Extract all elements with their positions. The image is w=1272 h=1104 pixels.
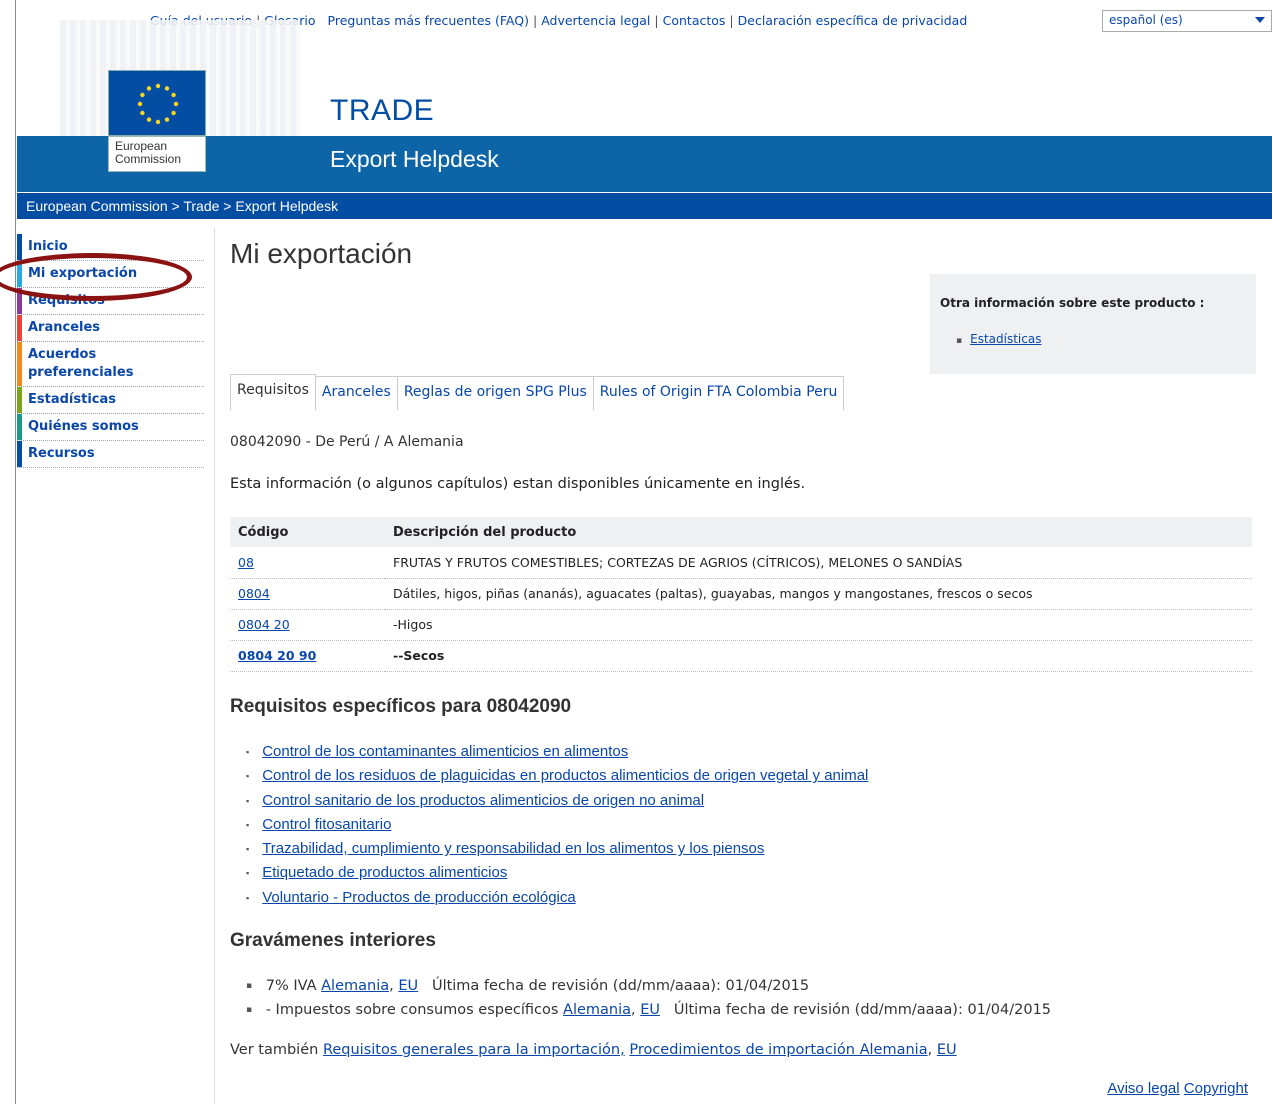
specific-requirements-title: Requisitos específicos para 08042090 [230, 696, 572, 717]
commission-logo-text: European Commission [108, 136, 206, 172]
product-code-table: Código Descripción del producto 08 FRUTA… [230, 517, 1252, 672]
product-description: --Secos [385, 640, 1252, 672]
col-header-code: Código [230, 517, 385, 547]
tax-eu-link[interactable]: EU [640, 1002, 660, 1018]
eu-stars-icon [137, 83, 179, 125]
statistics-link[interactable]: Estadísticas [970, 332, 1041, 346]
requirement-link[interactable]: Etiquetado de productos alimenticios [262, 864, 507, 881]
table-row: 08 FRUTAS Y FRUTOS COMESTIBLES; CORTEZAS… [230, 547, 1252, 579]
revision-date: Última fecha de revisión (dd/mm/aaaa): 0… [673, 1002, 1052, 1018]
list-item: Voluntario - Productos de producción eco… [246, 886, 868, 910]
list-item: Control de los contaminantes alimenticio… [246, 740, 868, 764]
link-contacts[interactable]: Contactos [663, 13, 726, 28]
link-faq[interactable]: Preguntas más frecuentes (FAQ) [328, 13, 529, 28]
table-row: 0804 Dátiles, higos, piñas (ananás), agu… [230, 578, 1252, 610]
sidebar-item-quienes-somos[interactable]: Quiénes somos [17, 414, 204, 441]
copyright-link[interactable]: Copyright [1184, 1080, 1248, 1097]
tab-requisitos[interactable]: Requisitos [230, 374, 316, 410]
code-link[interactable]: 0804 20 90 [238, 648, 316, 663]
breadcrumb-trade[interactable]: Trade [183, 198, 219, 214]
table-row: 0804 20 90 --Secos [230, 640, 1252, 672]
legal-notice-link[interactable]: Aviso legal [1107, 1080, 1179, 1097]
requirement-link[interactable]: Control de los residuos de plaguicidas e… [262, 767, 868, 784]
list-item: - Impuestos sobre consumos específicos A… [246, 998, 1051, 1022]
sidebar-item-recursos[interactable]: Recursos [17, 441, 204, 468]
site-subtitle[interactable]: Export Helpdesk [330, 146, 499, 173]
eu-flag-logo[interactable] [108, 70, 206, 136]
highlight-annotation-oval [0, 253, 192, 301]
list-item: 7% IVA Alemania, EU Última fecha de revi… [246, 974, 1051, 998]
sidebar-item-acuerdos-preferenciales[interactable]: Acuerdos preferenciales [17, 342, 204, 387]
breadcrumb-commission[interactable]: European Commission [26, 198, 168, 214]
list-item: Control de los residuos de plaguicidas e… [246, 764, 868, 788]
breadcrumb: European Commission > Trade > Export Hel… [17, 193, 1272, 219]
product-description: Dátiles, higos, piñas (ananás), aguacate… [385, 578, 1252, 610]
sidebar-divider [214, 228, 215, 1104]
language-value: español (es) [1109, 13, 1183, 27]
requirement-link[interactable]: Control fitosanitario [262, 816, 391, 833]
general-import-requirements-link[interactable]: Requisitos generales para la importación… [323, 1042, 625, 1058]
chevron-down-icon [1255, 17, 1265, 23]
link-privacy[interactable]: Declaración específica de privacidad [738, 13, 968, 28]
code-link[interactable]: 0804 [238, 586, 270, 601]
product-description: -Higos [385, 609, 1252, 641]
footer-links: Aviso legal Copyright [1107, 1080, 1248, 1097]
sidebar-item-estadisticas[interactable]: Estadísticas [17, 387, 204, 414]
revision-date: Última fecha de revisión (dd/mm/aaaa): 0… [431, 978, 810, 994]
tax-country-link[interactable]: Alemania [321, 978, 389, 994]
eu-link[interactable]: EU [937, 1042, 957, 1058]
code-link[interactable]: 08 [238, 555, 254, 570]
tab-rules-origin-fta[interactable]: Rules of Origin FTA Colombia Peru [593, 376, 845, 410]
origin-destination-line: 08042090 - De Perú / A Alemania [230, 434, 464, 450]
breadcrumb-export-helpdesk[interactable]: Export Helpdesk [235, 198, 338, 214]
requirement-link[interactable]: Voluntario - Productos de producción eco… [262, 889, 576, 906]
sidebar-item-color-bar [17, 234, 22, 260]
english-only-note: Esta información (o algunos capítulos) e… [230, 476, 806, 492]
tax-eu-link[interactable]: EU [398, 978, 418, 994]
list-item: Etiquetado de productos alimenticios [246, 861, 868, 885]
requirements-list: Control de los contaminantes alimenticio… [246, 740, 868, 910]
page-title: Mi exportación [230, 238, 413, 269]
language-select[interactable]: español (es) [1102, 10, 1272, 32]
link-legal-notice[interactable]: Advertencia legal [541, 13, 650, 28]
see-also: Ver también Requisitos generales para la… [230, 1042, 957, 1058]
internal-taxes-title: Gravámenes interiores [230, 930, 436, 951]
window-left-border [0, 0, 16, 1104]
tax-country-link[interactable]: Alemania [563, 1002, 631, 1018]
table-row: 0804 20 -Higos [230, 609, 1252, 641]
list-item: Control sanitario de los productos alime… [246, 789, 868, 813]
list-item: Trazabilidad, cumplimiento y responsabil… [246, 837, 868, 861]
site-title[interactable]: TRADE [330, 94, 434, 128]
requirement-link[interactable]: Control de los contaminantes alimenticio… [262, 743, 628, 760]
import-procedures-link[interactable]: Procedimientos de importación Alemania [629, 1042, 927, 1058]
col-header-description: Descripción del producto [385, 517, 1252, 547]
other-info-box: Otra información sobre este producto : E… [930, 274, 1256, 374]
product-tabs: Requisitos Aranceles Reglas de origen SP… [230, 374, 845, 410]
requirement-link[interactable]: Trazabilidad, cumplimiento y responsabil… [262, 840, 764, 857]
product-description: FRUTAS Y FRUTOS COMESTIBLES; CORTEZAS DE… [385, 547, 1252, 579]
sidebar-item-aranceles[interactable]: Aranceles [17, 315, 204, 342]
tab-reglas-origen-spg[interactable]: Reglas de origen SPG Plus [397, 376, 594, 410]
tab-aranceles[interactable]: Aranceles [315, 376, 398, 410]
taxes-list: 7% IVA Alemania, EU Última fecha de revi… [246, 974, 1051, 1022]
requirement-link[interactable]: Control sanitario de los productos alime… [262, 792, 704, 809]
other-info-title: Otra información sobre este producto : [940, 296, 1205, 310]
list-item: Control fitosanitario [246, 813, 868, 837]
code-link[interactable]: 0804 20 [238, 617, 290, 632]
